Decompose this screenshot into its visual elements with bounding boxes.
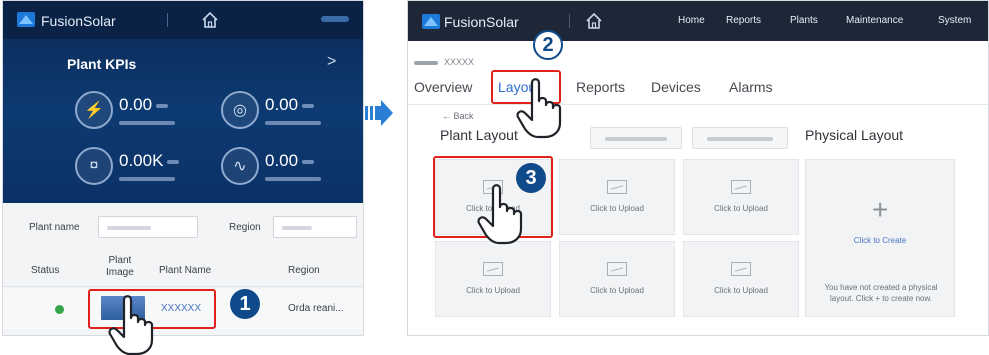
breadcrumb: XXXXX [414,57,474,67]
layout-action-button-2[interactable] [692,127,788,149]
next-step-arrow-icon [365,100,393,126]
image-placeholder-icon [483,262,503,276]
home-icon[interactable] [584,11,604,31]
kpi-total-yield: ∿ 0.00 [221,147,321,185]
kpi-yield-today: ◎ 0.00 [221,91,321,129]
tab-overview[interactable]: Overview [414,79,472,95]
kpi-value: 0.00 [265,95,299,114]
kpi-value: 0.00K [119,151,164,170]
plant-name-column-header[interactable]: Plant Name [159,265,211,277]
kpi-revenue-today: ¤ 0.00K [75,147,180,185]
breadcrumb-current: XXXXX [444,57,475,67]
back-link[interactable]: ← Back [442,111,474,121]
kpi-value: 0.00 [119,95,153,114]
tab-alarms[interactable]: Alarms [729,79,773,95]
plus-icon[interactable]: + [872,196,888,224]
desktop-header: FusionSolar Home Reports Plants Maintena… [408,1,988,41]
upload-tile[interactable]: Click to Upload [559,159,675,235]
kpi-current-power: ⚡ 0.00 [75,91,175,129]
plant-table-header: Status Plant Image Plant Name Region [3,253,363,287]
image-placeholder-icon [607,262,627,276]
upload-caption: Click to Upload [714,204,768,213]
upload-caption: Click to Upload [590,286,644,295]
upload-tile[interactable]: Click to Upload [435,241,551,317]
nav-home[interactable]: Home [678,15,705,26]
header-link[interactable] [321,16,349,22]
layout-action-button-1[interactable] [590,127,682,149]
upload-caption: Click to Upload [466,286,520,295]
plant-region: Orda reani... [288,303,344,314]
plant-layout-title: Plant Layout [440,127,518,143]
plant-image-column-header: Plant Image [106,255,134,278]
plant-name-label: Plant name [29,222,80,233]
nav-plants[interactable]: Plants [790,15,818,26]
hand-pointer-icon [477,184,523,245]
image-placeholder-icon [607,180,627,194]
nav-reports[interactable]: Reports [726,15,761,26]
meter-icon: ◎ [221,91,259,129]
app-name: FusionSolar [444,14,519,30]
region-input[interactable] [273,216,357,238]
step-1-badge: 1 [230,289,260,319]
physical-layout-title: Physical Layout [805,127,904,143]
nav-system[interactable]: System [938,15,971,26]
app-name: FusionSolar [41,13,116,29]
coin-icon: ¤ [75,147,113,185]
physical-layout-note: You have not created a physical layout. … [824,283,938,303]
status-dot [55,305,64,314]
tab-reports[interactable]: Reports [576,79,625,95]
physical-layout-panel: + Click to Create You have not created a… [805,159,955,317]
kpi-more-arrow[interactable]: > [327,53,336,71]
header-divider [569,14,570,28]
upload-caption: Click to Upload [590,204,644,213]
kpi-value: 0.00 [265,151,299,170]
image-placeholder-icon [731,262,751,276]
image-placeholder-icon [731,180,751,194]
step-2-badge: 2 [533,30,563,60]
mobile-app-screen: FusionSolar Plant KPIs > ⚡ 0.00 ◎ 0.00 ¤ [2,0,364,336]
fusionsolar-logo-icon [422,14,440,29]
kpi-panel: FusionSolar Plant KPIs > ⚡ 0.00 ◎ 0.00 ¤ [3,1,363,203]
lightning-icon: ⚡ [75,91,113,129]
chart-icon: ∿ [221,147,259,185]
home-icon[interactable] [200,10,220,30]
hand-pointer-icon [516,78,562,139]
back-label: Back [453,111,474,121]
region-label: Region [229,222,261,233]
mobile-header: FusionSolar [3,1,363,39]
tab-devices[interactable]: Devices [651,79,701,95]
region-column-header[interactable]: Region [288,265,320,277]
nav-maintenance[interactable]: Maintenance [846,15,903,26]
plant-name-input[interactable] [98,216,198,238]
upload-tile[interactable]: Click to Upload [683,241,799,317]
upload-tile[interactable]: Click to Upload [559,241,675,317]
create-link[interactable]: Click to Create [806,236,954,245]
back-arrow-icon: ← [442,111,454,121]
plant-filter-bar: Plant name Region [3,215,363,243]
status-column-header: Status [31,265,60,276]
fusionsolar-logo-icon [17,12,35,27]
upload-tile[interactable]: Click to Upload [683,159,799,235]
upload-caption: Click to Upload [714,286,768,295]
hand-pointer-icon [108,295,154,355]
tutorial-figure: FusionSolar Plant KPIs > ⚡ 0.00 ◎ 0.00 ¤ [0,0,989,355]
kpi-title: Plant KPIs [67,56,137,72]
header-divider [167,13,168,27]
